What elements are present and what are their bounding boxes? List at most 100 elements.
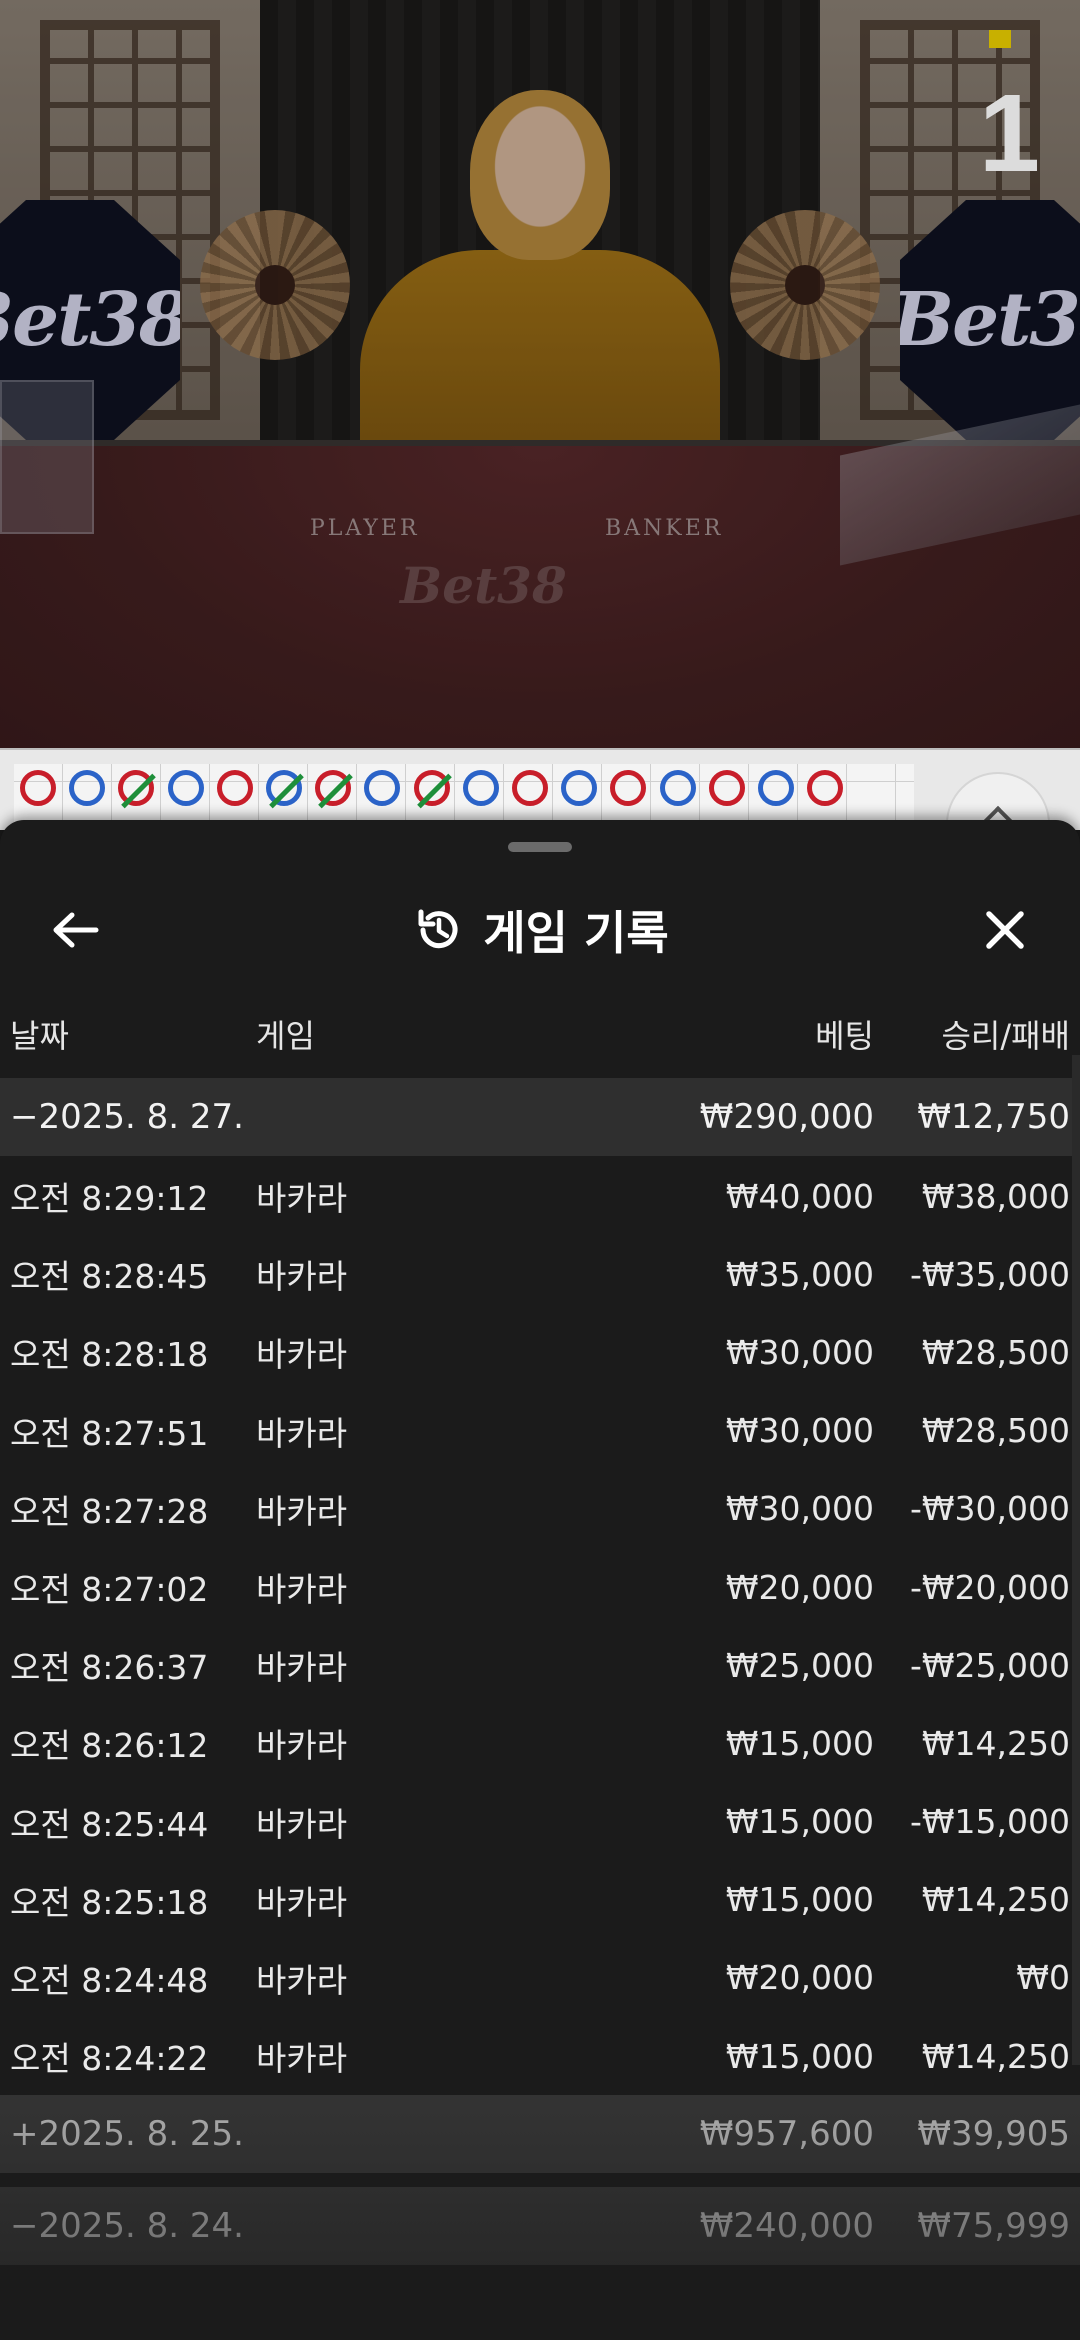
table-row[interactable]: 오전 8:25:18 바카라 ₩15,000 ₩14,250 <box>0 1861 1080 1939</box>
row-win-loss: ₩14,250 <box>921 1880 1070 1920</box>
row-win-loss: -₩15,000 <box>909 1802 1070 1842</box>
row-win-loss: -₩30,000 <box>909 1489 1070 1529</box>
row-bet: ₩30,000 <box>725 1411 874 1451</box>
player-bead-tie <box>266 770 302 806</box>
scrollbar[interactable] <box>1072 1055 1080 2065</box>
table-row[interactable]: 오전 8:26:37 바카라 ₩25,000 -₩25,000 <box>0 1626 1080 1704</box>
table-row[interactable]: 오전 8:27:28 바카라 ₩30,000 -₩30,000 <box>0 1470 1080 1548</box>
player-bead <box>167 770 204 806</box>
history-table: 날짜 게임 베팅 승리/패배 −2025. 8. 27. ₩290,000 ₩1… <box>0 990 1080 2266</box>
date-group-row[interactable]: −2025. 8. 24. ₩240,000 ₩75,999 <box>0 2187 1080 2266</box>
group-rows: 오전 8:29:12 바카라 ₩40,000 ₩38,000 오전 8:28:4… <box>0 1156 1080 2095</box>
row-time: 오전 8:28:18 <box>10 1335 209 1375</box>
player-bead <box>462 770 499 806</box>
table-row[interactable]: 오전 8:27:02 바카라 ₩20,000 -₩20,000 <box>0 1548 1080 1626</box>
date-group-row[interactable]: −2025. 8. 27. ₩290,000 ₩12,750 <box>0 1078 1080 1156</box>
row-bet: ₩20,000 <box>725 1567 874 1607</box>
table-row[interactable]: 오전 8:29:12 바카라 ₩40,000 ₩38,000 <box>0 1157 1080 1235</box>
row-win-loss: -₩25,000 <box>909 1645 1070 1685</box>
table-row[interactable]: 오전 8:27:51 바카라 ₩30,000 ₩28,500 <box>0 1392 1080 1470</box>
banker-bead-tie <box>315 770 352 806</box>
game-history-sheet: 게임 기록 날짜 게임 베팅 승리/패배 −2025. 8. 27. ₩290,… <box>0 820 1080 2340</box>
row-time: 오전 8:25:44 <box>10 1804 209 1844</box>
row-time: 오전 8:29:12 <box>10 1179 209 1219</box>
group-win-loss-total: ₩39,905 <box>917 2114 1070 2155</box>
sheet-title: 게임 기록 <box>0 898 1080 962</box>
row-time: 오전 8:24:22 <box>10 2039 209 2079</box>
row-win-loss: ₩38,000 <box>921 1176 1070 1216</box>
row-bet: ₩15,000 <box>725 1802 874 1842</box>
table-row[interactable]: 오전 8:24:22 바카라 ₩15,000 ₩14,250 <box>0 2017 1080 2095</box>
group-date: −2025. 8. 24. <box>10 2206 244 2247</box>
date-group-row[interactable]: +2025. 8. 25. ₩957,600 ₩39,905 <box>0 2095 1080 2174</box>
row-game: 바카라 <box>256 1179 348 1219</box>
row-bet: ₩35,000 <box>725 1254 874 1294</box>
row-game: 바카라 <box>256 1804 348 1844</box>
row-bet: ₩20,000 <box>725 1958 874 1998</box>
row-win-loss: ₩0 <box>1016 1958 1070 1998</box>
player-bead <box>758 770 794 806</box>
row-win-loss: -₩35,000 <box>909 1254 1070 1294</box>
banker-bead <box>807 770 844 806</box>
row-game: 바카라 <box>256 2039 348 2079</box>
row-bet: ₩40,000 <box>725 1176 874 1216</box>
banker-bead <box>512 770 548 806</box>
row-game: 바카라 <box>256 1726 348 1766</box>
row-win-loss: ₩14,250 <box>921 2036 1070 2076</box>
table-row[interactable]: 오전 8:26:12 바카라 ₩15,000 ₩14,250 <box>0 1704 1080 1782</box>
row-bet: ₩30,000 <box>725 1489 874 1529</box>
table-row[interactable]: 오전 8:28:45 바카라 ₩35,000 -₩35,000 <box>0 1235 1080 1313</box>
header-game: 게임 <box>256 1017 315 1055</box>
row-win-loss: -₩20,000 <box>909 1567 1070 1607</box>
group-date: −2025. 8. 27. <box>10 1097 244 1137</box>
table-row[interactable]: 오전 8:25:44 바카라 ₩15,000 -₩15,000 <box>0 1783 1080 1861</box>
group-date: +2025. 8. 25. <box>10 2114 244 2155</box>
round-counter: 1 <box>978 30 1040 195</box>
table-row[interactable]: 오전 8:28:18 바카라 ₩30,000 ₩28,500 <box>0 1313 1080 1391</box>
sheet-header: 게임 기록 <box>0 880 1080 980</box>
history-icon <box>418 909 458 949</box>
player-bead <box>659 770 696 806</box>
row-win-loss: ₩28,500 <box>921 1411 1070 1451</box>
group-bet-total: ₩957,600 <box>699 2114 874 2155</box>
row-game: 바카라 <box>256 1648 348 1688</box>
row-game: 바카라 <box>256 1257 348 1297</box>
page-title: 게임 기록 <box>483 906 669 960</box>
row-bet: ₩15,000 <box>725 1880 874 1920</box>
player-bead <box>561 770 598 806</box>
header-date: 날짜 <box>10 1017 69 1055</box>
group-bet-total: ₩240,000 <box>699 2206 874 2247</box>
row-bet: ₩15,000 <box>725 1723 874 1763</box>
group-win-loss-total: ₩75,999 <box>917 2206 1070 2247</box>
banker-bead-tie <box>413 770 450 806</box>
table-row[interactable]: 오전 8:24:48 바카라 ₩20,000 ₩0 <box>0 1939 1080 2017</box>
row-bet: ₩30,000 <box>725 1332 874 1372</box>
live-video: Bet38 Bet38 PLAYER BANKER Bet38 1 <box>0 0 1080 748</box>
row-time: 오전 8:27:02 <box>10 1570 209 1610</box>
row-time: 오전 8:26:37 <box>10 1648 209 1688</box>
row-bet: ₩15,000 <box>725 2036 874 2076</box>
row-game: 바카라 <box>256 1882 348 1922</box>
row-bet: ₩25,000 <box>725 1645 874 1685</box>
player-bead <box>69 770 106 806</box>
row-time: 오전 8:27:28 <box>10 1491 209 1531</box>
group-bet-total: ₩290,000 <box>699 1097 874 1137</box>
banker-bead <box>20 770 56 806</box>
row-time: 오전 8:25:18 <box>10 1882 209 1922</box>
row-game: 바카라 <box>256 1491 348 1531</box>
row-time: 오전 8:28:45 <box>10 1257 209 1297</box>
row-win-loss: ₩14,250 <box>921 1723 1070 1763</box>
sheet-grabber[interactable] <box>508 842 572 852</box>
group-win-loss-total: ₩12,750 <box>917 1097 1070 1137</box>
row-win-loss: ₩28,500 <box>921 1332 1070 1372</box>
row-time: 오전 8:26:12 <box>10 1726 209 1766</box>
row-time: 오전 8:24:48 <box>10 1960 209 2000</box>
bead-road[interactable] <box>0 748 1080 876</box>
close-button[interactable] <box>975 900 1035 960</box>
video-dim-overlay <box>0 0 1080 748</box>
row-game: 바카라 <box>256 1413 348 1453</box>
row-time: 오전 8:27:51 <box>10 1413 209 1453</box>
close-icon <box>986 911 1024 949</box>
header-bet: 베팅 <box>815 1017 874 1055</box>
row-game: 바카라 <box>256 1335 348 1375</box>
